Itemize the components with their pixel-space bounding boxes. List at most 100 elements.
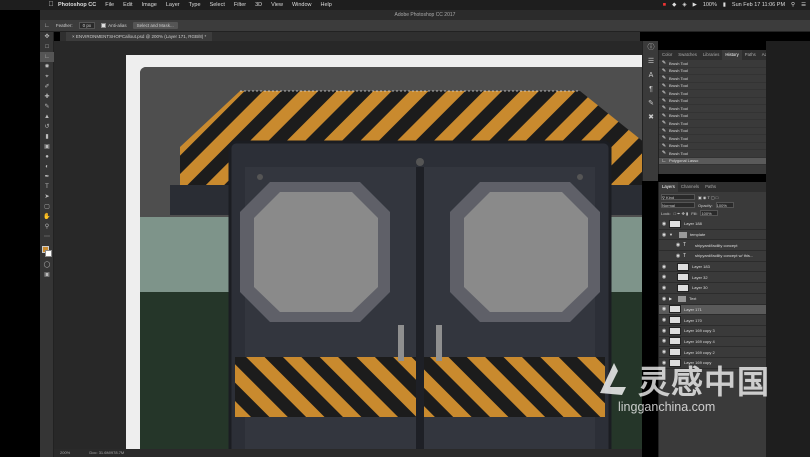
layer-group-row[interactable]: ◉ ▶ Text xyxy=(659,294,766,305)
tab-swatches[interactable]: Swatches xyxy=(675,50,700,60)
menu-app-name[interactable]: Photoshop CC xyxy=(58,0,96,10)
volume-icon[interactable]: ▶ xyxy=(693,0,697,10)
history-item[interactable]: ✎ Brush Tool xyxy=(659,83,766,90)
select-and-mask-button[interactable]: Select and Mask... xyxy=(132,22,178,29)
history-item[interactable]: ✎ Brush Tool xyxy=(659,75,766,83)
tab-channels[interactable]: Channels xyxy=(678,182,702,192)
eye-icon[interactable]: ◉ xyxy=(659,221,669,227)
menu-select[interactable]: Select xyxy=(210,0,225,10)
tab-history[interactable]: History xyxy=(722,50,742,60)
layer-filter-select[interactable]: ⚲ Kind xyxy=(661,194,695,200)
opacity-input[interactable]: 100% xyxy=(715,202,734,208)
layer-row[interactable]: ◉ Layer 170 xyxy=(659,315,766,326)
history-item[interactable]: ✎ Brush Tool xyxy=(659,68,766,75)
menu-file[interactable]: File xyxy=(105,0,114,10)
eraser-tool-icon[interactable]: ▮ xyxy=(40,132,54,142)
battery-icon[interactable]: ▮ xyxy=(723,0,726,10)
history-item[interactable]: ✎ Brush Tool xyxy=(659,113,766,120)
tab-paths[interactable]: Paths xyxy=(702,182,719,192)
type-tool-icon[interactable]: T xyxy=(40,182,54,192)
tab-color[interactable]: Color xyxy=(659,50,675,60)
feather-input[interactable]: 0 px xyxy=(78,22,96,29)
menu-window[interactable]: Window xyxy=(292,0,312,10)
wifi-icon[interactable]: ◈ xyxy=(682,0,686,10)
character-panel-icon[interactable]: A xyxy=(643,69,659,83)
path-selection-tool-icon[interactable]: ➤ xyxy=(40,192,54,202)
apple-menu-icon[interactable]:  xyxy=(44,0,58,10)
properties-panel-icon[interactable]: ☰ xyxy=(643,55,659,69)
quick-mask-icon[interactable]: ◯ xyxy=(40,260,54,270)
history-item-current[interactable]: ∟ Polygonal Lasso xyxy=(659,157,766,165)
hand-tool-icon[interactable]: ✋ xyxy=(40,212,54,222)
eye-icon[interactable]: ◉ xyxy=(659,232,669,238)
layer-row[interactable]: ◉ Layer 188 xyxy=(659,219,766,230)
history-item[interactable]: ✎ Brush Tool xyxy=(659,143,766,150)
artwork-layer[interactable] xyxy=(140,67,642,449)
gradient-tool-icon[interactable]: ▣ xyxy=(40,142,54,152)
tool-presets-icon[interactable]: ✖ xyxy=(643,111,659,125)
notification-center-icon[interactable]: ☰ xyxy=(801,0,806,10)
eyedropper-tool-icon[interactable]: ✐ xyxy=(40,82,54,92)
clone-stamp-tool-icon[interactable]: ▲ xyxy=(40,112,54,122)
collapse-arrow-icon[interactable]: ▶ xyxy=(669,296,672,301)
tab-libraries[interactable]: Libraries xyxy=(700,50,722,60)
menu-edit[interactable]: Edit xyxy=(123,0,132,10)
tab-layers[interactable]: Layers xyxy=(659,182,678,192)
rectangle-tool-icon[interactable]: ▢ xyxy=(40,202,54,212)
layer-row[interactable]: ◉ Layer 32 xyxy=(659,272,766,284)
layer-row[interactable]: ◉ Layer 183 xyxy=(659,262,766,273)
zoom-tool-icon[interactable]: ⚲ xyxy=(40,222,54,232)
eye-icon[interactable]: ◉ xyxy=(659,274,669,280)
menu-type[interactable]: Type xyxy=(189,0,201,10)
expand-arrow-icon[interactable]: ▼ xyxy=(669,232,673,237)
lock-icons[interactable]: □ ✒ ✥ ▮ xyxy=(674,211,689,216)
clock[interactable]: Sun Feb 17 11:06 PM xyxy=(732,0,785,10)
status-red-icon[interactable]: ■ xyxy=(663,0,666,10)
menu-layer[interactable]: Layer xyxy=(166,0,180,10)
eye-icon[interactable]: ◉ xyxy=(659,306,669,312)
history-item[interactable]: ✎ Brush Tool xyxy=(659,135,766,143)
background-color-swatch[interactable] xyxy=(45,250,52,257)
color-swatches[interactable] xyxy=(40,244,53,260)
marquee-tool-icon[interactable]: □ xyxy=(40,42,54,52)
history-item[interactable]: ✎ Brush Tool xyxy=(659,105,766,113)
history-item[interactable]: ✎ Brush Tool xyxy=(659,128,766,135)
crop-tool-icon[interactable]: ⌖ xyxy=(40,72,54,82)
eye-icon[interactable]: ◉ xyxy=(659,285,669,291)
history-item[interactable]: ✎ Brush Tool xyxy=(659,120,766,128)
layer-row[interactable]: ◉ Layer 30 xyxy=(659,283,766,294)
history-brush-tool-icon[interactable]: ↺ xyxy=(40,122,54,132)
eye-icon[interactable]: ◉ xyxy=(673,253,683,259)
tab-paths[interactable]: Paths xyxy=(742,50,759,60)
layer-group-row[interactable]: ◉ ▼ template xyxy=(659,230,766,241)
quick-select-tool-icon[interactable]: ✸ xyxy=(40,62,54,72)
eye-icon[interactable]: ◉ xyxy=(673,242,683,248)
fill-input[interactable]: 100% xyxy=(700,210,719,216)
history-item[interactable]: ✎ Brush Tool xyxy=(659,150,766,158)
brush-presets-icon[interactable]: ✎ xyxy=(643,97,659,111)
info-panel-icon[interactable]: ⓘ xyxy=(643,41,659,55)
eye-icon[interactable]: ◉ xyxy=(659,328,669,334)
eye-icon[interactable]: ◉ xyxy=(659,317,669,323)
blur-tool-icon[interactable]: ● xyxy=(40,152,54,162)
layer-row-selected[interactable]: ◉ Layer 171 xyxy=(659,304,766,316)
menu-filter[interactable]: Filter xyxy=(234,0,246,10)
eye-icon[interactable]: ◉ xyxy=(659,296,669,302)
move-tool-icon[interactable]: ✥ xyxy=(40,32,54,42)
layer-row[interactable]: ◉ Layer 169 copy 3 xyxy=(659,326,766,337)
pen-tool-icon[interactable]: ✒ xyxy=(40,172,54,182)
eye-icon[interactable]: ◉ xyxy=(659,264,669,270)
spotlight-search-icon[interactable]: ⚲ xyxy=(791,0,795,10)
brush-tool-icon[interactable]: ✎ xyxy=(40,102,54,112)
edit-toolbar-icon[interactable]: ⋯ xyxy=(40,232,54,242)
dropbox-icon[interactable]: ◆ xyxy=(672,0,676,10)
dodge-tool-icon[interactable]: ◐ xyxy=(40,162,54,172)
lasso-tool-preset-icon[interactable]: ∟ xyxy=(44,23,50,29)
history-item[interactable]: ✎ Brush Tool xyxy=(659,98,766,105)
menu-3d[interactable]: 3D xyxy=(255,0,262,10)
layer-row[interactable]: ◉ Tshipyard/facility concept xyxy=(659,240,766,252)
screen-mode-icon[interactable]: ▣ xyxy=(40,270,54,280)
doc-size[interactable]: Doc: 31.6M/978.7M xyxy=(89,450,124,455)
history-item[interactable]: ✎ Brush Tool xyxy=(659,60,766,68)
layer-row[interactable]: ◉ Layer 169 copy 4 xyxy=(659,337,766,348)
